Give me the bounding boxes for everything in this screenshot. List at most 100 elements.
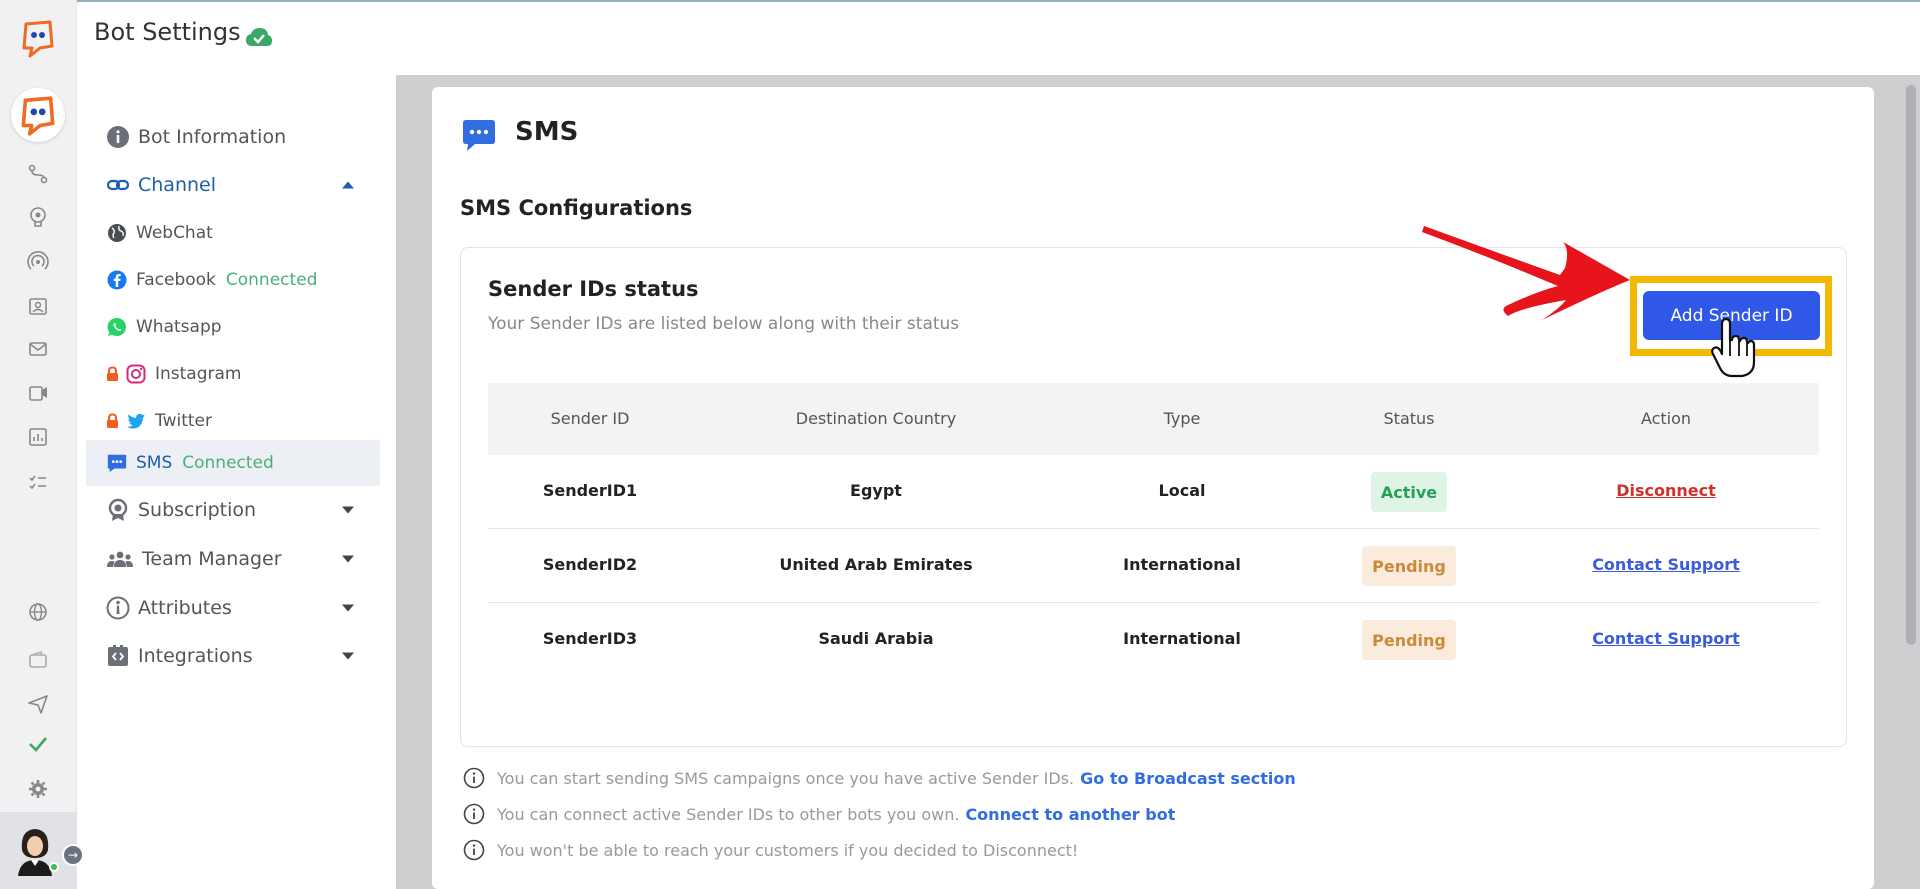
table-header: Sender ID Destination Country Type Statu… [488, 383, 1819, 455]
connected-status: Connected [225, 270, 318, 290]
send-icon[interactable] [25, 691, 51, 717]
contacts-icon[interactable] [25, 293, 51, 319]
wallet-icon[interactable] [25, 647, 51, 673]
info-note: You can start sending SMS campaigns once… [463, 767, 1296, 789]
checklist-icon[interactable] [25, 469, 51, 495]
facebook-icon [106, 269, 128, 291]
status-badge: Pending [1362, 620, 1456, 660]
column-header: Destination Country [795, 409, 957, 428]
country-cell: Egypt [850, 481, 902, 500]
info-outline-icon [463, 839, 485, 861]
sender-id-cell: SenderID1 [542, 481, 638, 500]
globe-icon [106, 222, 128, 244]
broadcast-section-link[interactable]: Go to Broadcast section [1080, 769, 1296, 788]
column-header: Action [1640, 409, 1692, 428]
campaign-icon[interactable] [25, 380, 51, 406]
nav-label: Instagram [155, 364, 242, 384]
note-text: You can start sending SMS campaigns once… [497, 768, 1075, 788]
nav-label: Team Manager [142, 548, 282, 570]
lock-icon [106, 366, 119, 382]
info-icon [106, 125, 130, 149]
bot-avatar[interactable] [11, 88, 65, 142]
sms-chat-icon [461, 117, 497, 153]
pointer-hand-icon [1711, 318, 1756, 378]
sms-chat-icon [106, 452, 128, 474]
nav-label: WebChat [136, 223, 213, 243]
broadcast-signal-icon[interactable] [25, 249, 51, 275]
mail-icon[interactable] [25, 336, 51, 362]
type-cell: International [1123, 555, 1241, 574]
chevron-up-icon[interactable] [342, 181, 354, 189]
panel-title: Sender IDs status [488, 277, 699, 301]
flow-icon[interactable] [25, 161, 51, 187]
scrollbar[interactable] [1906, 85, 1916, 645]
table-row: SenderID2 United Arab Emirates Internati… [488, 529, 1819, 603]
app-logo-icon[interactable] [20, 18, 56, 58]
nav-label: Bot Information [138, 126, 287, 148]
analytics-icon[interactable] [25, 424, 51, 450]
nav-instagram[interactable]: Instagram [86, 358, 380, 390]
nav-subscription[interactable]: Subscription [86, 493, 380, 527]
lock-icon [106, 413, 119, 429]
channel-title: SMS [515, 117, 579, 147]
nav-label: Channel [138, 174, 217, 196]
connect-another-bot-link[interactable]: Connect to another bot [965, 805, 1175, 824]
expand-arrow-icon[interactable]: → [62, 844, 84, 866]
nav-sms[interactable]: SMS Connected [86, 440, 380, 486]
note-text: You can connect active Sender IDs to oth… [497, 804, 960, 824]
chevron-down-icon[interactable] [342, 506, 354, 514]
nav-team-manager[interactable]: Team Manager [86, 542, 380, 576]
sender-id-cell: SenderID3 [542, 629, 638, 648]
info-outline-icon [463, 767, 485, 789]
nav-label: Attributes [138, 597, 232, 619]
nav-twitter[interactable]: Twitter [86, 405, 380, 437]
annotation-arrow-icon [1422, 226, 1630, 320]
team-icon [106, 547, 134, 571]
nav-label: Whatsapp [136, 317, 222, 337]
check-icon[interactable] [25, 731, 51, 757]
left-rail: → [0, 0, 84, 889]
contact-support-link[interactable]: Contact Support [1592, 555, 1740, 574]
nav-label: SMS [136, 453, 173, 473]
sender-id-cell: SenderID2 [542, 555, 638, 574]
nav-channel[interactable]: Channel [86, 168, 380, 202]
type-cell: Local [1158, 481, 1206, 500]
info-note: You won't be able to reach your customer… [463, 839, 1078, 861]
nav-facebook[interactable]: Facebook Connected [86, 264, 380, 296]
chevron-down-icon[interactable] [342, 604, 354, 612]
nav-webchat[interactable]: WebChat [86, 217, 380, 249]
accessibility-icon [106, 596, 130, 620]
whatsapp-icon [106, 316, 128, 338]
disconnect-link[interactable]: Disconnect [1616, 481, 1716, 500]
cloud-saved-icon [245, 26, 273, 48]
note-text: You won't be able to reach your customer… [497, 840, 1079, 860]
nav-integrations[interactable]: Integrations [86, 639, 380, 673]
nav-bot-information[interactable]: Bot Information [86, 120, 380, 154]
status-badge: Active [1370, 472, 1448, 512]
badge-award-icon [106, 498, 130, 522]
connected-status: Connected [182, 453, 274, 473]
ai-brain-icon[interactable] [25, 204, 51, 230]
nav-label: Integrations [138, 645, 253, 667]
chevron-down-icon[interactable] [342, 652, 354, 660]
country-cell: Saudi Arabia [818, 629, 934, 648]
column-header: Type [1163, 409, 1201, 428]
nav-label: Subscription [138, 499, 257, 521]
nav-whatsapp[interactable]: Whatsapp [86, 311, 380, 343]
info-note: You can connect active Sender IDs to oth… [463, 803, 1175, 825]
globe-icon[interactable] [25, 599, 51, 625]
nav-attributes[interactable]: Attributes [86, 591, 380, 625]
instagram-icon [125, 363, 147, 385]
table-row: SenderID3 Saudi Arabia International Pen… [488, 603, 1819, 677]
column-header: Status [1383, 409, 1435, 428]
online-status-dot [49, 862, 59, 872]
type-cell: International [1123, 629, 1241, 648]
table-row: SenderID1 Egypt Local Active Disconnect [488, 455, 1819, 529]
column-header: Sender ID [550, 409, 630, 428]
chevron-down-icon[interactable] [342, 555, 354, 563]
twitter-icon [125, 410, 147, 432]
code-box-icon [106, 644, 130, 668]
gear-icon[interactable] [25, 776, 51, 802]
contact-support-link[interactable]: Contact Support [1592, 629, 1740, 648]
top-border [0, 0, 1920, 2]
